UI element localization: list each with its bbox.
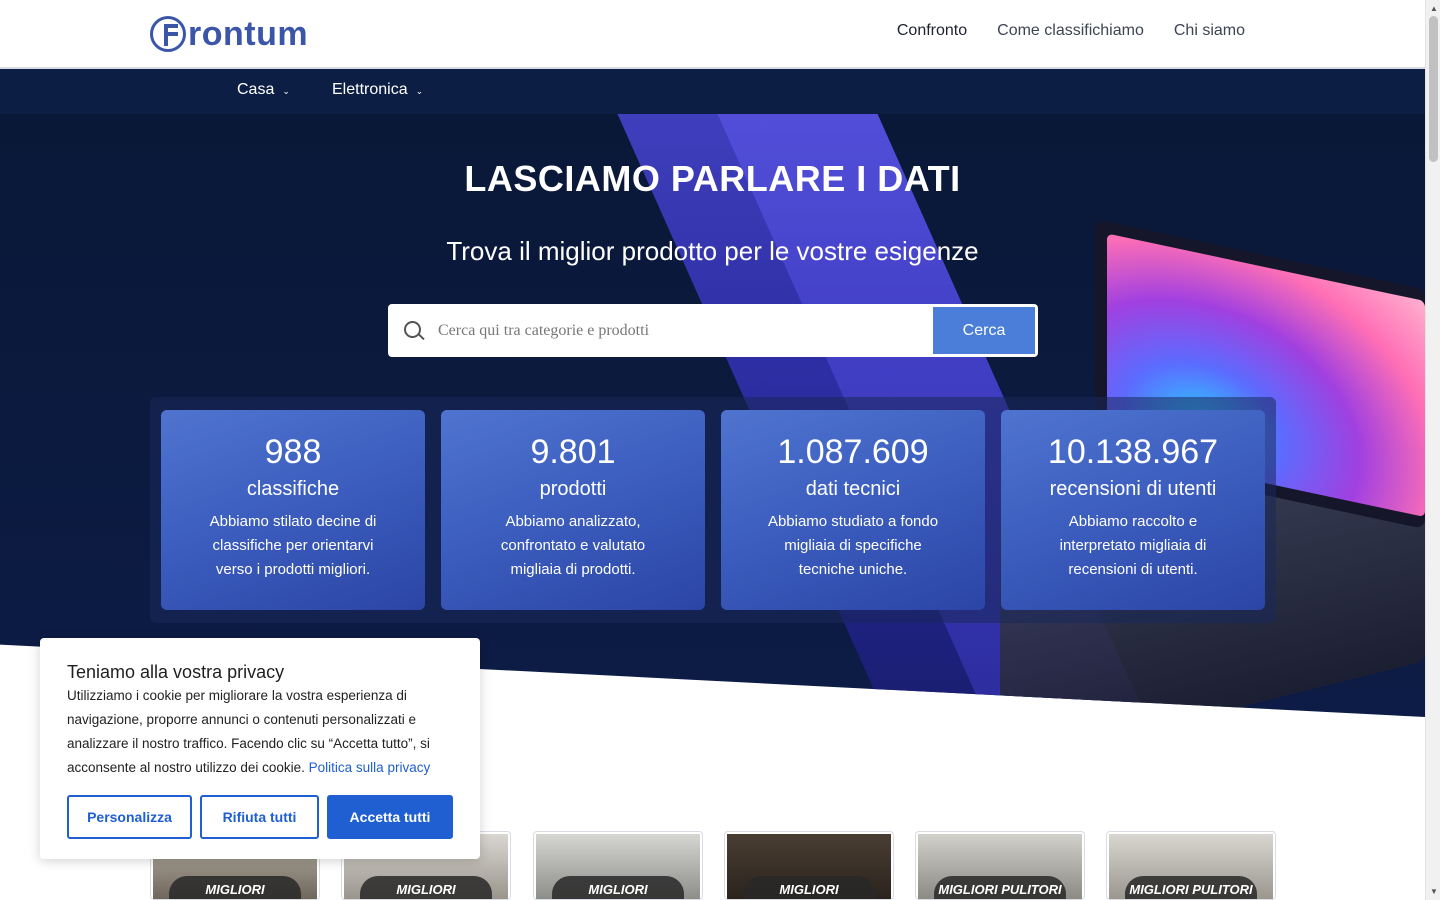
- search-icon: [404, 321, 421, 338]
- stat-description: Abbiamo raccolto e interpretato migliaia…: [1059, 513, 1207, 578]
- category-bar: Casa ⌄ Elettronica ⌄: [0, 69, 1425, 114]
- scroll-down-arrow-icon[interactable]: ▼: [1430, 887, 1438, 896]
- search-bar: Cerca: [388, 304, 1038, 357]
- cookie-title: Teniamo alla vostra privacy: [67, 662, 285, 682]
- category-tile[interactable]: MIGLIORI PULITORI: [1106, 831, 1276, 900]
- stat-number: 10.138.967: [1047, 433, 1219, 471]
- hero-section: LASCIAMO PARLARE I DATI Trova il miglior…: [0, 114, 1425, 717]
- tile-label: MIGLIORI CONDIZIONATORI: [360, 876, 492, 899]
- logo[interactable]: rontum: [150, 14, 308, 54]
- nav-chi-siamo[interactable]: Chi siamo: [1174, 22, 1245, 40]
- scrollbar-thumb[interactable]: [1429, 16, 1438, 162]
- stat-number: 988: [264, 433, 322, 471]
- hero-subtitle: Trova il miglior prodotto per le vostre …: [446, 236, 979, 266]
- stat-description: Abbiamo studiato a fondo migliaia di spe…: [767, 513, 939, 578]
- nav-come-classifichiamo[interactable]: Come classifichiamo: [997, 22, 1144, 40]
- category-casa[interactable]: Casa ⌄: [237, 81, 290, 99]
- scroll-up-arrow-icon[interactable]: ▲: [1430, 4, 1438, 13]
- category-tile[interactable]: MIGLIORI: [724, 831, 894, 900]
- nav-confronto[interactable]: Confronto: [897, 22, 967, 40]
- page-scrollbar[interactable]: ▲ ▼: [1425, 0, 1440, 900]
- search-button[interactable]: Cerca: [933, 307, 1035, 354]
- stat-number: 9.801: [530, 433, 616, 471]
- customize-button[interactable]: Personalizza: [67, 795, 192, 839]
- stat-description: Abbiamo analizzato, confrontato e valuta…: [500, 513, 646, 578]
- chevron-down-icon: ⌄: [282, 85, 290, 96]
- category-tile[interactable]: MIGLIORI: [533, 831, 703, 900]
- logo-text: rontum: [188, 15, 309, 53]
- tile-label: MIGLIORI: [169, 876, 301, 899]
- stat-card-recensioni: 10.138.967 recensioni di utenti Abbiamo …: [1001, 410, 1265, 610]
- accept-all-button[interactable]: Accetta tutti: [327, 795, 453, 839]
- reject-all-button[interactable]: Rifiuta tutti: [200, 795, 319, 839]
- top-nav: Confronto Come classifichiamo Chi siamo: [897, 22, 1245, 40]
- privacy-policy-link[interactable]: Politica sulla privacy: [309, 760, 431, 775]
- tile-label: MIGLIORI: [743, 876, 875, 899]
- cookie-banner: Teniamo alla vostra privacy Utilizziamo …: [40, 638, 480, 859]
- site-header: rontum Confronto Come classifichiamo Chi…: [0, 0, 1425, 69]
- tile-label: MIGLIORI PULITORI A: [934, 876, 1066, 899]
- stat-card-prodotti: 9.801 prodotti Abbiamo analizzato, confr…: [441, 410, 705, 610]
- stat-description: Abbiamo stilato decine di classifiche pe…: [209, 513, 377, 578]
- stat-card-classifiche: 988 classifiche Abbiamo stilato decine d…: [161, 410, 425, 610]
- chevron-down-icon: ⌄: [415, 85, 424, 96]
- category-tile[interactable]: MIGLIORI PULITORI A: [915, 831, 1085, 900]
- search-input[interactable]: [438, 306, 928, 355]
- stat-label: dati tecnici: [805, 478, 901, 500]
- category-elettronica-label: Elettronica: [332, 81, 408, 98]
- cookie-text: Utilizziamo i cookie per migliorare la v…: [67, 684, 457, 780]
- stat-card-dati-tecnici: 1.087.609 dati tecnici Abbiamo studiato …: [721, 410, 985, 610]
- stat-label: classifiche: [246, 478, 340, 500]
- logo-f-icon: [150, 16, 186, 52]
- tile-label: MIGLIORI PULITORI: [1125, 876, 1257, 899]
- stats-panel: 988 classifiche Abbiamo stilato decine d…: [150, 397, 1276, 623]
- stat-number: 1.087.609: [777, 433, 929, 471]
- tile-label: MIGLIORI: [552, 876, 684, 899]
- stat-label: prodotti: [539, 478, 607, 500]
- category-elettronica[interactable]: Elettronica ⌄: [332, 81, 423, 99]
- category-casa-label: Casa: [237, 81, 275, 98]
- hero-title: LASCIAMO PARLARE I DATI: [464, 158, 961, 199]
- stat-label: recensioni di utenti: [1049, 478, 1217, 500]
